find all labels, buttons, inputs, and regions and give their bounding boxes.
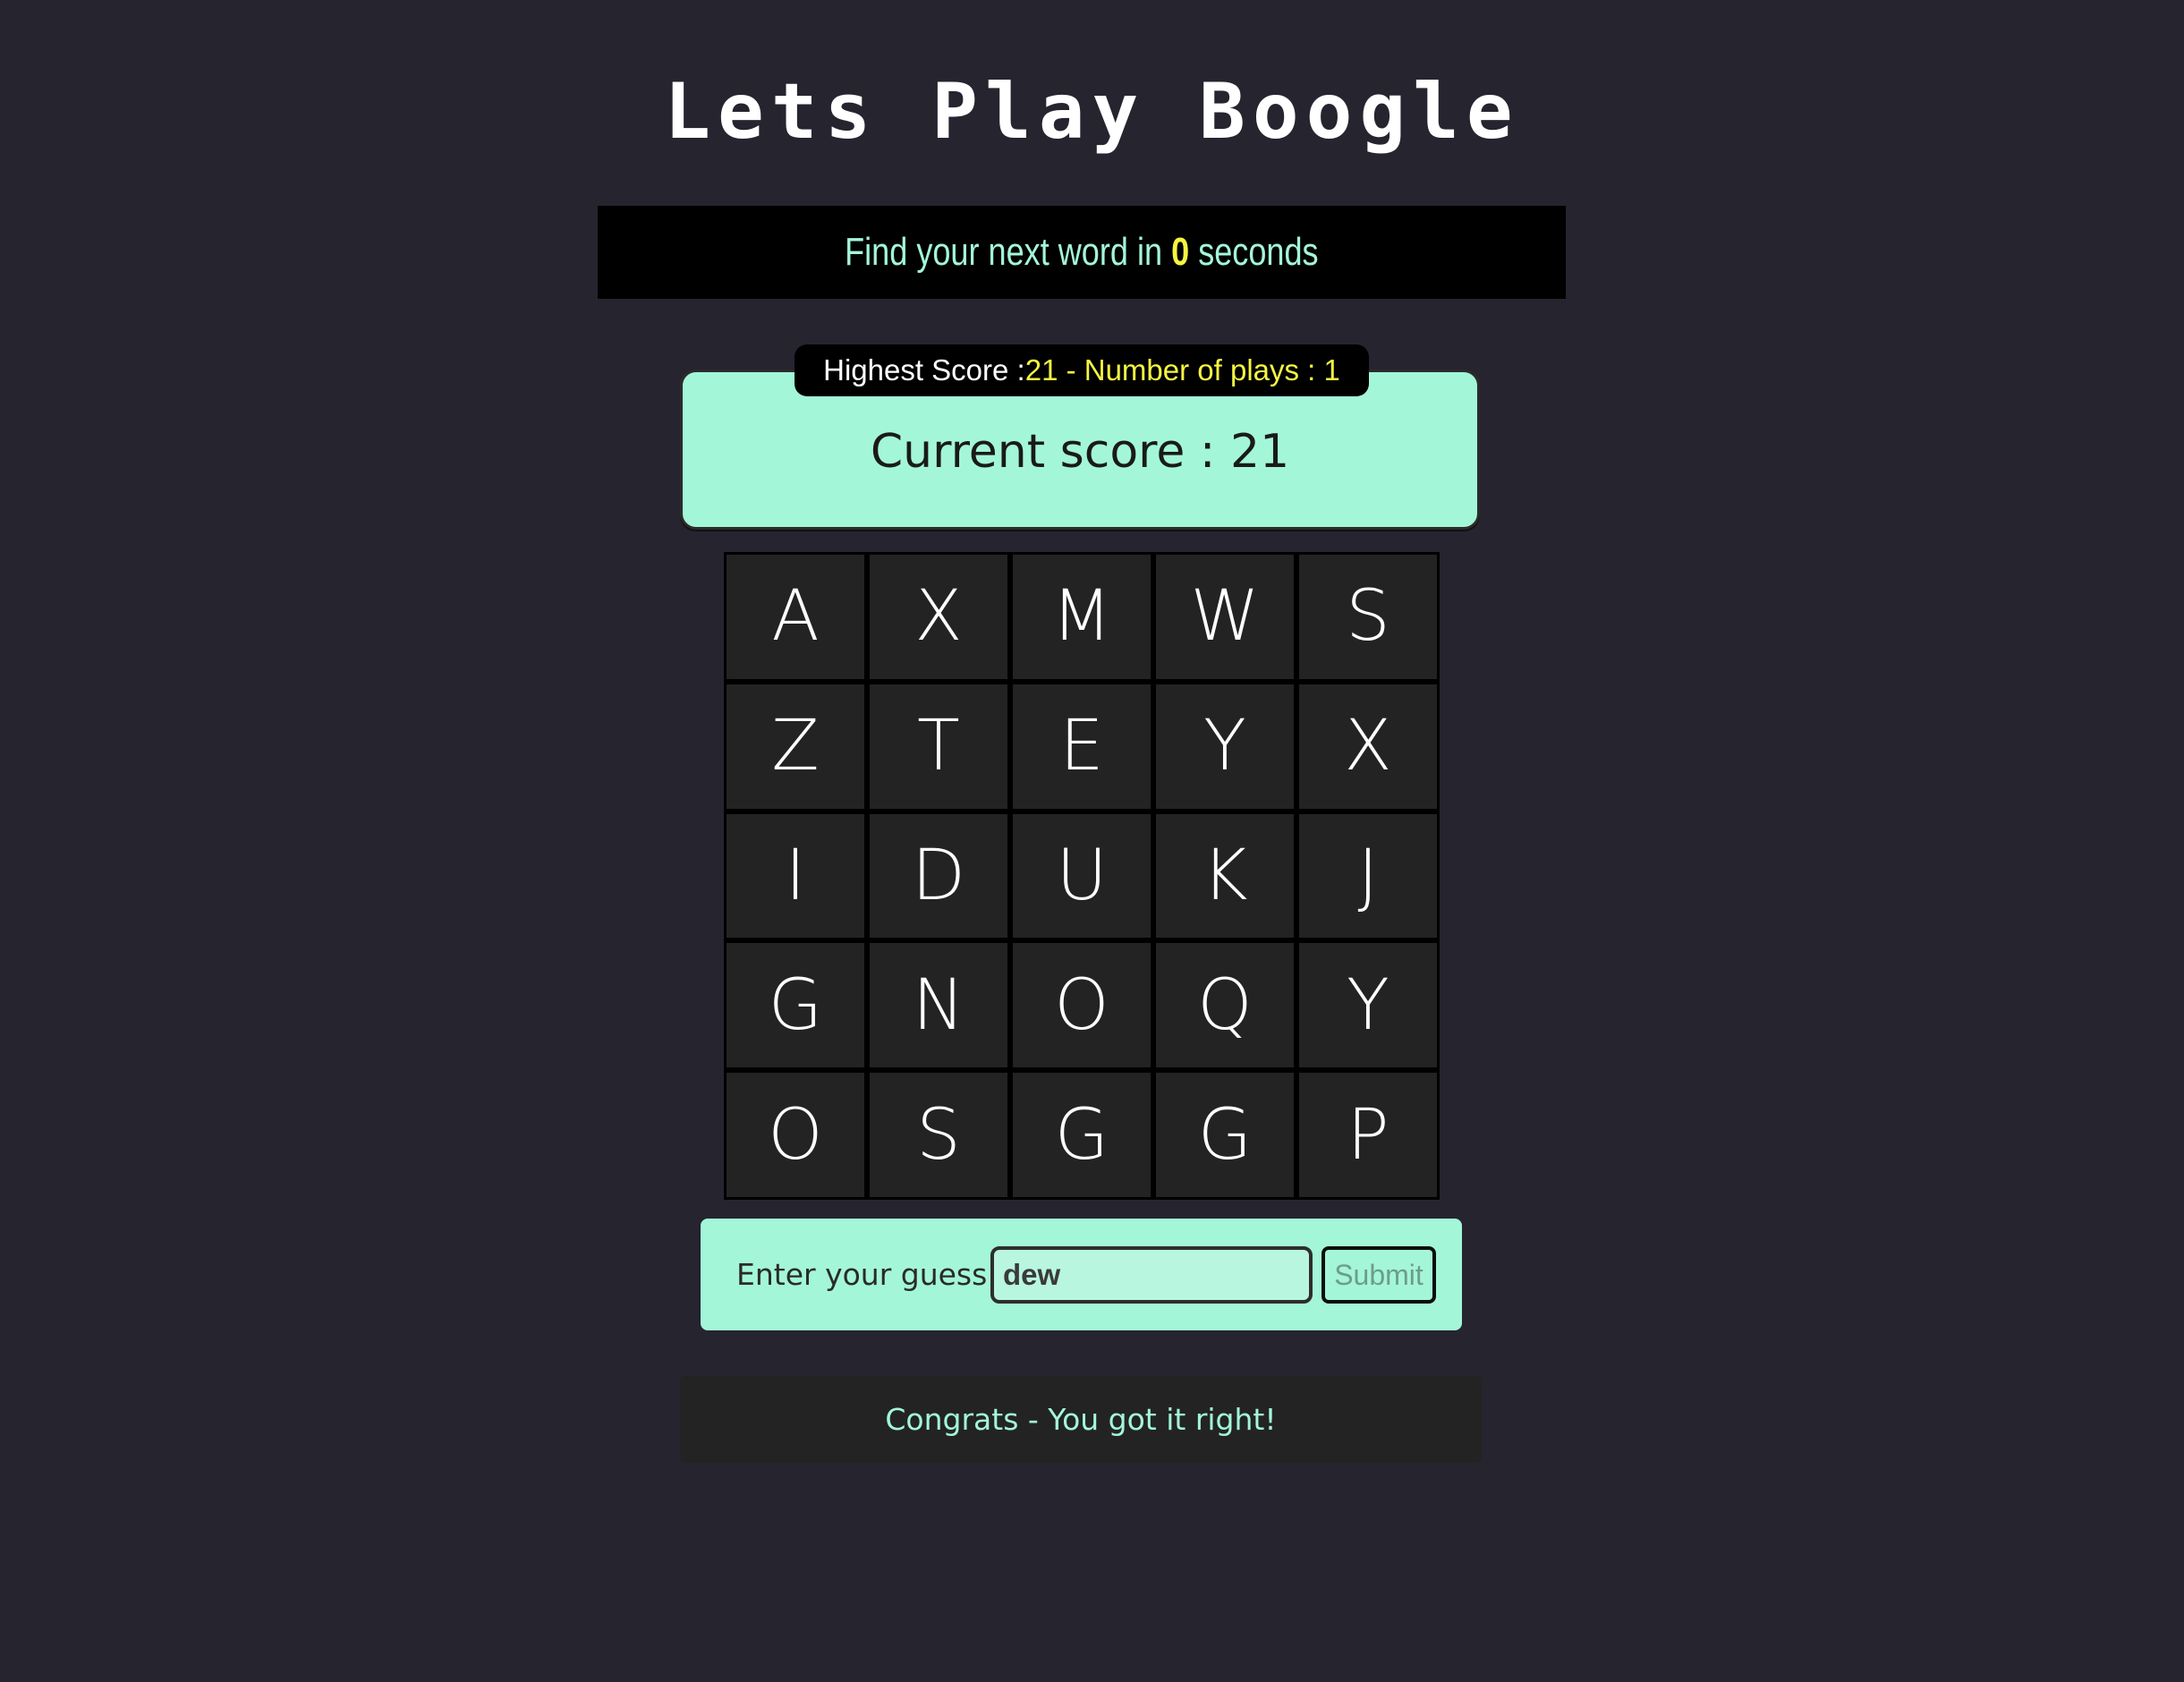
letter-tile[interactable]: O	[727, 1073, 864, 1197]
timer-prefix: Find your next word in	[845, 230, 1172, 274]
feedback-message: Congrats - You got it right!	[680, 1376, 1482, 1463]
letter-tile[interactable]: M	[1013, 555, 1151, 679]
submit-button[interactable]: Submit	[1321, 1246, 1436, 1304]
letter-tile[interactable]: P	[1299, 1073, 1437, 1197]
letter-tile[interactable]: U	[1013, 813, 1151, 939]
letter-tile[interactable]: W	[1156, 555, 1294, 679]
letter-tile[interactable]: I	[727, 813, 864, 939]
letter-tile[interactable]: S	[870, 1073, 1007, 1197]
letter-tile[interactable]: D	[870, 813, 1007, 939]
letter-tile[interactable]: Z	[727, 684, 864, 809]
letter-tile[interactable]: A	[727, 555, 864, 679]
guess-label: Enter your guess :	[736, 1257, 1007, 1292]
letter-tile[interactable]: K	[1156, 813, 1294, 939]
letter-tile[interactable]: Y	[1156, 684, 1294, 809]
letter-tile[interactable]: T	[870, 684, 1007, 809]
letter-tile[interactable]: X	[870, 555, 1007, 679]
letter-tile[interactable]: S	[1299, 555, 1437, 679]
letter-tile[interactable]: Q	[1156, 943, 1294, 1068]
timer-seconds: 0	[1171, 230, 1190, 274]
timer-banner: Find your next word in 0 seconds	[598, 206, 1566, 299]
highest-score-label: Highest Score :	[823, 353, 1025, 387]
letter-tile[interactable]: G	[1013, 1073, 1151, 1197]
timer-suffix: seconds	[1189, 230, 1319, 274]
timer-text: Find your next word in 0 seconds	[845, 230, 1318, 275]
letter-tile[interactable]: G	[727, 943, 864, 1068]
page-title: Lets Play Boogle	[664, 67, 1520, 157]
letter-tile[interactable]: J	[1299, 813, 1437, 939]
stats-badge: Highest Score : 21 - Number of plays : 1	[795, 344, 1369, 396]
letter-tile[interactable]: N	[870, 943, 1007, 1068]
current-score: Current score : 21	[870, 425, 1290, 479]
letter-tile[interactable]: Y	[1299, 943, 1437, 1068]
letter-tile[interactable]: G	[1156, 1073, 1294, 1197]
highest-score-value: 21 - Number of plays : 1	[1024, 353, 1340, 387]
guess-input[interactable]	[990, 1246, 1313, 1304]
letter-board: AXMWSZTEYXIDUKJGNOQYOSGGP	[724, 552, 1440, 1200]
letter-tile[interactable]: X	[1299, 684, 1437, 809]
letter-tile[interactable]: O	[1013, 943, 1151, 1068]
letter-tile[interactable]: E	[1013, 684, 1151, 809]
